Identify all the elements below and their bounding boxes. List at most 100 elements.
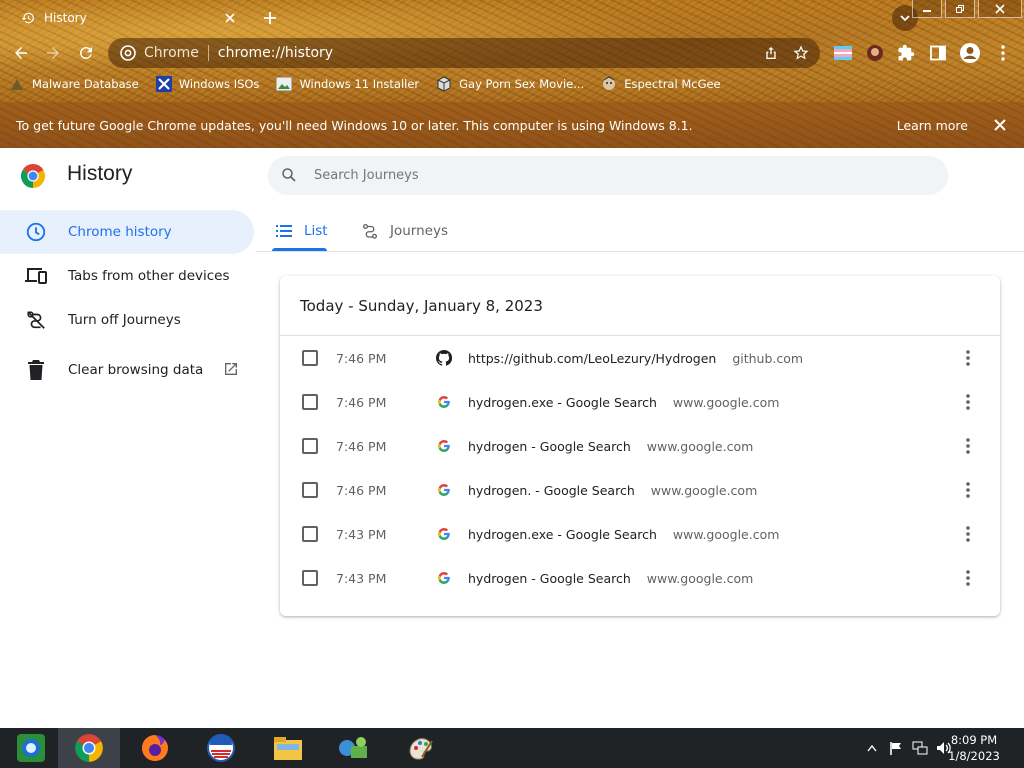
sidebar-item-label: Chrome history [68, 224, 172, 240]
row-title[interactable]: hydrogen.exe - Google Search [468, 395, 657, 410]
history-row[interactable]: 7:43 PM hydrogen - Google Search www.googl… [280, 556, 1000, 600]
tab-history[interactable]: History [8, 4, 246, 32]
search-input[interactable] [314, 168, 874, 183]
close-infobar-icon[interactable] [990, 115, 1010, 135]
close-window-icon[interactable] [978, 0, 1022, 18]
taskbar-chrome[interactable] [58, 728, 120, 768]
bookmarks-bar: Malware Database Windows ISOs Windows 11… [8, 73, 721, 95]
row-time: 7:43 PM [336, 570, 387, 586]
bookmark-windows-11-installer[interactable]: Windows 11 Installer [275, 76, 419, 92]
tab-title: History [44, 11, 87, 25]
sidebar-item-label: Clear browsing data [68, 362, 204, 378]
sidebar-item-turn-off-journeys[interactable]: Turn off Journeys [0, 298, 256, 342]
network-icon[interactable] [912, 740, 928, 756]
list-icon [274, 221, 294, 241]
x-logo-icon [155, 76, 173, 92]
avatar-extension-icon[interactable] [862, 40, 888, 66]
history-row[interactable]: 7:46 PM hydrogen.exe - Google Search www.g… [280, 380, 1000, 424]
taskbar-firefox[interactable] [124, 728, 186, 768]
row-checkbox[interactable] [302, 350, 318, 366]
search-box[interactable] [268, 156, 948, 195]
history-page: History Chrome history Tabs from other d… [0, 148, 1024, 728]
bookmark-movie[interactable]: Gay Porn Sex Movie... [435, 76, 584, 92]
row-domain: www.google.com [646, 570, 754, 586]
devices-icon [24, 264, 48, 288]
learn-more-link[interactable]: Learn more [897, 118, 968, 133]
row-domain: www.google.com [672, 394, 780, 410]
google-icon [436, 570, 452, 586]
row-checkbox[interactable] [302, 482, 318, 498]
start-button[interactable] [0, 728, 62, 768]
menu-kebab-icon[interactable] [990, 40, 1016, 66]
row-domain: www.google.com [672, 526, 780, 542]
row-title[interactable]: hydrogen - Google Search [468, 571, 631, 586]
more-actions-icon[interactable] [958, 392, 978, 412]
sidebar-item-tabs-from-other-devices[interactable]: Tabs from other devices [0, 254, 256, 298]
row-time: 7:43 PM [336, 526, 387, 542]
row-checkbox[interactable] [302, 526, 318, 542]
close-tab-icon[interactable] [220, 8, 240, 28]
taskbar-file-explorer[interactable] [257, 728, 319, 768]
back-icon[interactable] [8, 40, 34, 66]
url-text[interactable]: chrome://history [218, 45, 760, 61]
update-infobar: To get future Google Chrome updates, you… [0, 102, 1024, 148]
history-row[interactable]: 7:46 PM hydrogen - Google Search www.googl… [280, 424, 1000, 468]
sidebar-item-clear-browsing-data[interactable]: Clear browsing data [0, 348, 256, 392]
github-icon [436, 350, 452, 366]
clock-time: 8:09 PM [950, 733, 998, 747]
new-tab-icon[interactable] [258, 6, 282, 30]
bookmark-windows-isos[interactable]: Windows ISOs [155, 76, 259, 92]
more-actions-icon[interactable] [958, 436, 978, 456]
profile-icon[interactable] [957, 40, 983, 66]
bookmark-star-icon[interactable] [790, 42, 812, 64]
sidebar-item-chrome-history[interactable]: Chrome history [0, 210, 254, 254]
taskbar-obama-icon[interactable] [190, 728, 252, 768]
character-icon [600, 76, 618, 92]
image-icon [275, 76, 293, 92]
tab-journeys[interactable]: Journeys [360, 210, 448, 252]
bookmark-malware-database[interactable]: Malware Database [8, 76, 139, 92]
bookmark-espectral-mcgee[interactable]: Espectral McGee [600, 76, 721, 92]
flag-extension-icon[interactable] [830, 40, 856, 66]
history-row[interactable]: 7:46 PM https://github.com/LeoLezury/Hydr… [280, 336, 1000, 380]
taskbar-network-app[interactable] [322, 728, 384, 768]
journeys-off-icon [24, 308, 48, 332]
history-row[interactable]: 7:46 PM hydrogen. - Google Search www.goog… [280, 468, 1000, 512]
row-domain: www.google.com [646, 438, 754, 454]
open-in-new-icon [223, 361, 241, 379]
tab-label: List [304, 223, 328, 239]
tab-list[interactable]: List [274, 210, 328, 252]
tray-expand-icon[interactable] [864, 740, 880, 756]
row-title[interactable]: https://github.com/LeoLezury/Hydrogen [468, 351, 716, 366]
more-actions-icon[interactable] [958, 348, 978, 368]
row-title[interactable]: hydrogen.exe - Google Search [468, 527, 657, 542]
share-icon[interactable] [760, 42, 782, 64]
screen: History Chrome chrome://history Malware … [0, 0, 1024, 768]
row-title[interactable]: hydrogen - Google Search [468, 439, 631, 454]
restore-icon[interactable] [945, 0, 975, 18]
history-row[interactable]: 7:43 PM hydrogen.exe - Google Search www.g… [280, 512, 1000, 556]
extensions-puzzle-icon[interactable] [893, 40, 919, 66]
reload-icon[interactable] [73, 40, 99, 66]
cube-icon [435, 76, 453, 92]
minimize-icon[interactable] [912, 0, 942, 18]
row-checkbox[interactable] [302, 570, 318, 586]
history-tabs: List Journeys [256, 210, 1024, 252]
google-icon [436, 394, 452, 410]
history-day-card: Today - Sunday, January 8, 2023 7:46 PM h… [280, 276, 1000, 616]
taskbar-clock[interactable]: 8:09 PM 1/8/2023 [944, 732, 1004, 764]
history-icon [20, 10, 36, 26]
row-checkbox[interactable] [302, 394, 318, 410]
forward-icon[interactable] [40, 40, 66, 66]
row-title[interactable]: hydrogen. - Google Search [468, 483, 635, 498]
address-bar[interactable]: Chrome chrome://history [108, 38, 820, 68]
more-actions-icon[interactable] [958, 524, 978, 544]
row-time: 7:46 PM [336, 394, 387, 410]
row-checkbox[interactable] [302, 438, 318, 454]
more-actions-icon[interactable] [958, 568, 978, 588]
taskbar-paint[interactable] [390, 728, 452, 768]
more-actions-icon[interactable] [958, 480, 978, 500]
action-center-flag-icon[interactable] [888, 740, 904, 756]
journeys-icon [360, 221, 380, 241]
side-panel-icon[interactable] [925, 40, 951, 66]
